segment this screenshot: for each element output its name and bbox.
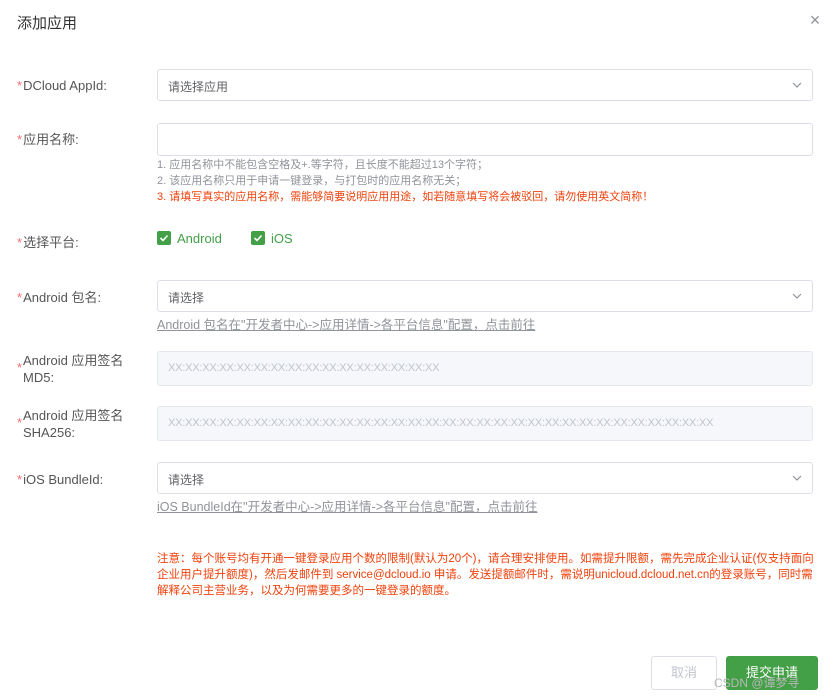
dialog-title: 添加应用 xyxy=(17,15,78,32)
android-package-select[interactable]: 请选择 xyxy=(157,280,813,312)
android-md5-label: * Android 应用签名 MD5: xyxy=(17,353,124,385)
appid-select[interactable]: 请选择应用 xyxy=(157,69,813,101)
required-mark: * xyxy=(17,360,23,375)
required-mark: * xyxy=(17,235,23,250)
ios-bundleid-select[interactable]: 请选择 xyxy=(157,462,813,494)
android-checkbox[interactable]: Android xyxy=(157,231,232,247)
required-mark: * xyxy=(17,472,23,487)
ios-bundleid-placeholder: 请选择 xyxy=(168,473,205,487)
checkbox-checked-icon xyxy=(251,231,265,245)
required-mark: * xyxy=(17,78,23,93)
ios-checkbox-label: iOS xyxy=(271,231,293,246)
android-sha256-label: * Android 应用签名 SHA256: xyxy=(17,408,124,440)
required-mark: * xyxy=(17,132,23,147)
required-mark: * xyxy=(17,415,23,430)
app-name-warning: 3. 请填写真实的应用名称，需能够简要说明应用用途，如若随意填写将会被驳回，请勿… xyxy=(157,191,654,203)
cancel-button[interactable]: 取消 xyxy=(651,656,717,690)
app-name-input[interactable] xyxy=(157,123,813,156)
checkbox-checked-icon xyxy=(157,231,171,245)
chevron-down-icon xyxy=(792,82,802,88)
app-name-label: *应用名称: xyxy=(17,132,79,147)
ios-bundleid-label: *iOS BundleId: xyxy=(17,472,104,487)
android-md5-placeholder: XX:XX:XX:XX:XX:XX:XX:XX:XX:XX:XX:XX:XX:X… xyxy=(168,362,440,374)
chevron-down-icon xyxy=(792,293,802,299)
android-package-placeholder: 请选择 xyxy=(168,291,205,305)
app-name-hint-2: 2. 该应用名称只用于申请一键登录，与打包时的应用名称无关； xyxy=(157,175,467,187)
platform-label: *选择平台: xyxy=(17,235,79,250)
android-package-label: *Android 包名: xyxy=(17,290,102,305)
android-package-config-link[interactable]: Android 包名在"开发者中心->应用详情->各平台信息"配置，点击前往 xyxy=(157,314,535,333)
ios-checkbox[interactable]: iOS xyxy=(251,231,296,247)
appid-select-placeholder: 请选择应用 xyxy=(168,80,229,94)
chevron-down-icon xyxy=(792,475,802,481)
android-checkbox-label: Android xyxy=(177,231,222,246)
android-sha256-placeholder: XX:XX:XX:XX:XX:XX:XX:XX:XX:XX:XX:XX:XX:X… xyxy=(168,417,714,429)
close-icon[interactable]: × xyxy=(806,11,824,29)
ios-bundleid-config-link[interactable]: iOS BundleId在"开发者中心->应用详情->各平台信息"配置，点击前往 xyxy=(157,496,537,515)
android-sha256-input: XX:XX:XX:XX:XX:XX:XX:XX:XX:XX:XX:XX:XX:X… xyxy=(157,406,813,441)
required-mark: * xyxy=(17,290,23,305)
app-name-hint-1: 1. 应用名称中不能包含空格及+.等字符，且长度不能超过13个字符； xyxy=(157,159,488,171)
watermark: CSDN @谭梦寻 xyxy=(714,676,800,690)
quota-notice: 注意：每个账号均有开通一键登录应用个数的限制(默认为20个)，请合理安排使用。如… xyxy=(157,553,814,597)
appid-label: *DCloud AppId: xyxy=(17,78,107,93)
android-md5-input: XX:XX:XX:XX:XX:XX:XX:XX:XX:XX:XX:XX:XX:X… xyxy=(157,351,813,386)
